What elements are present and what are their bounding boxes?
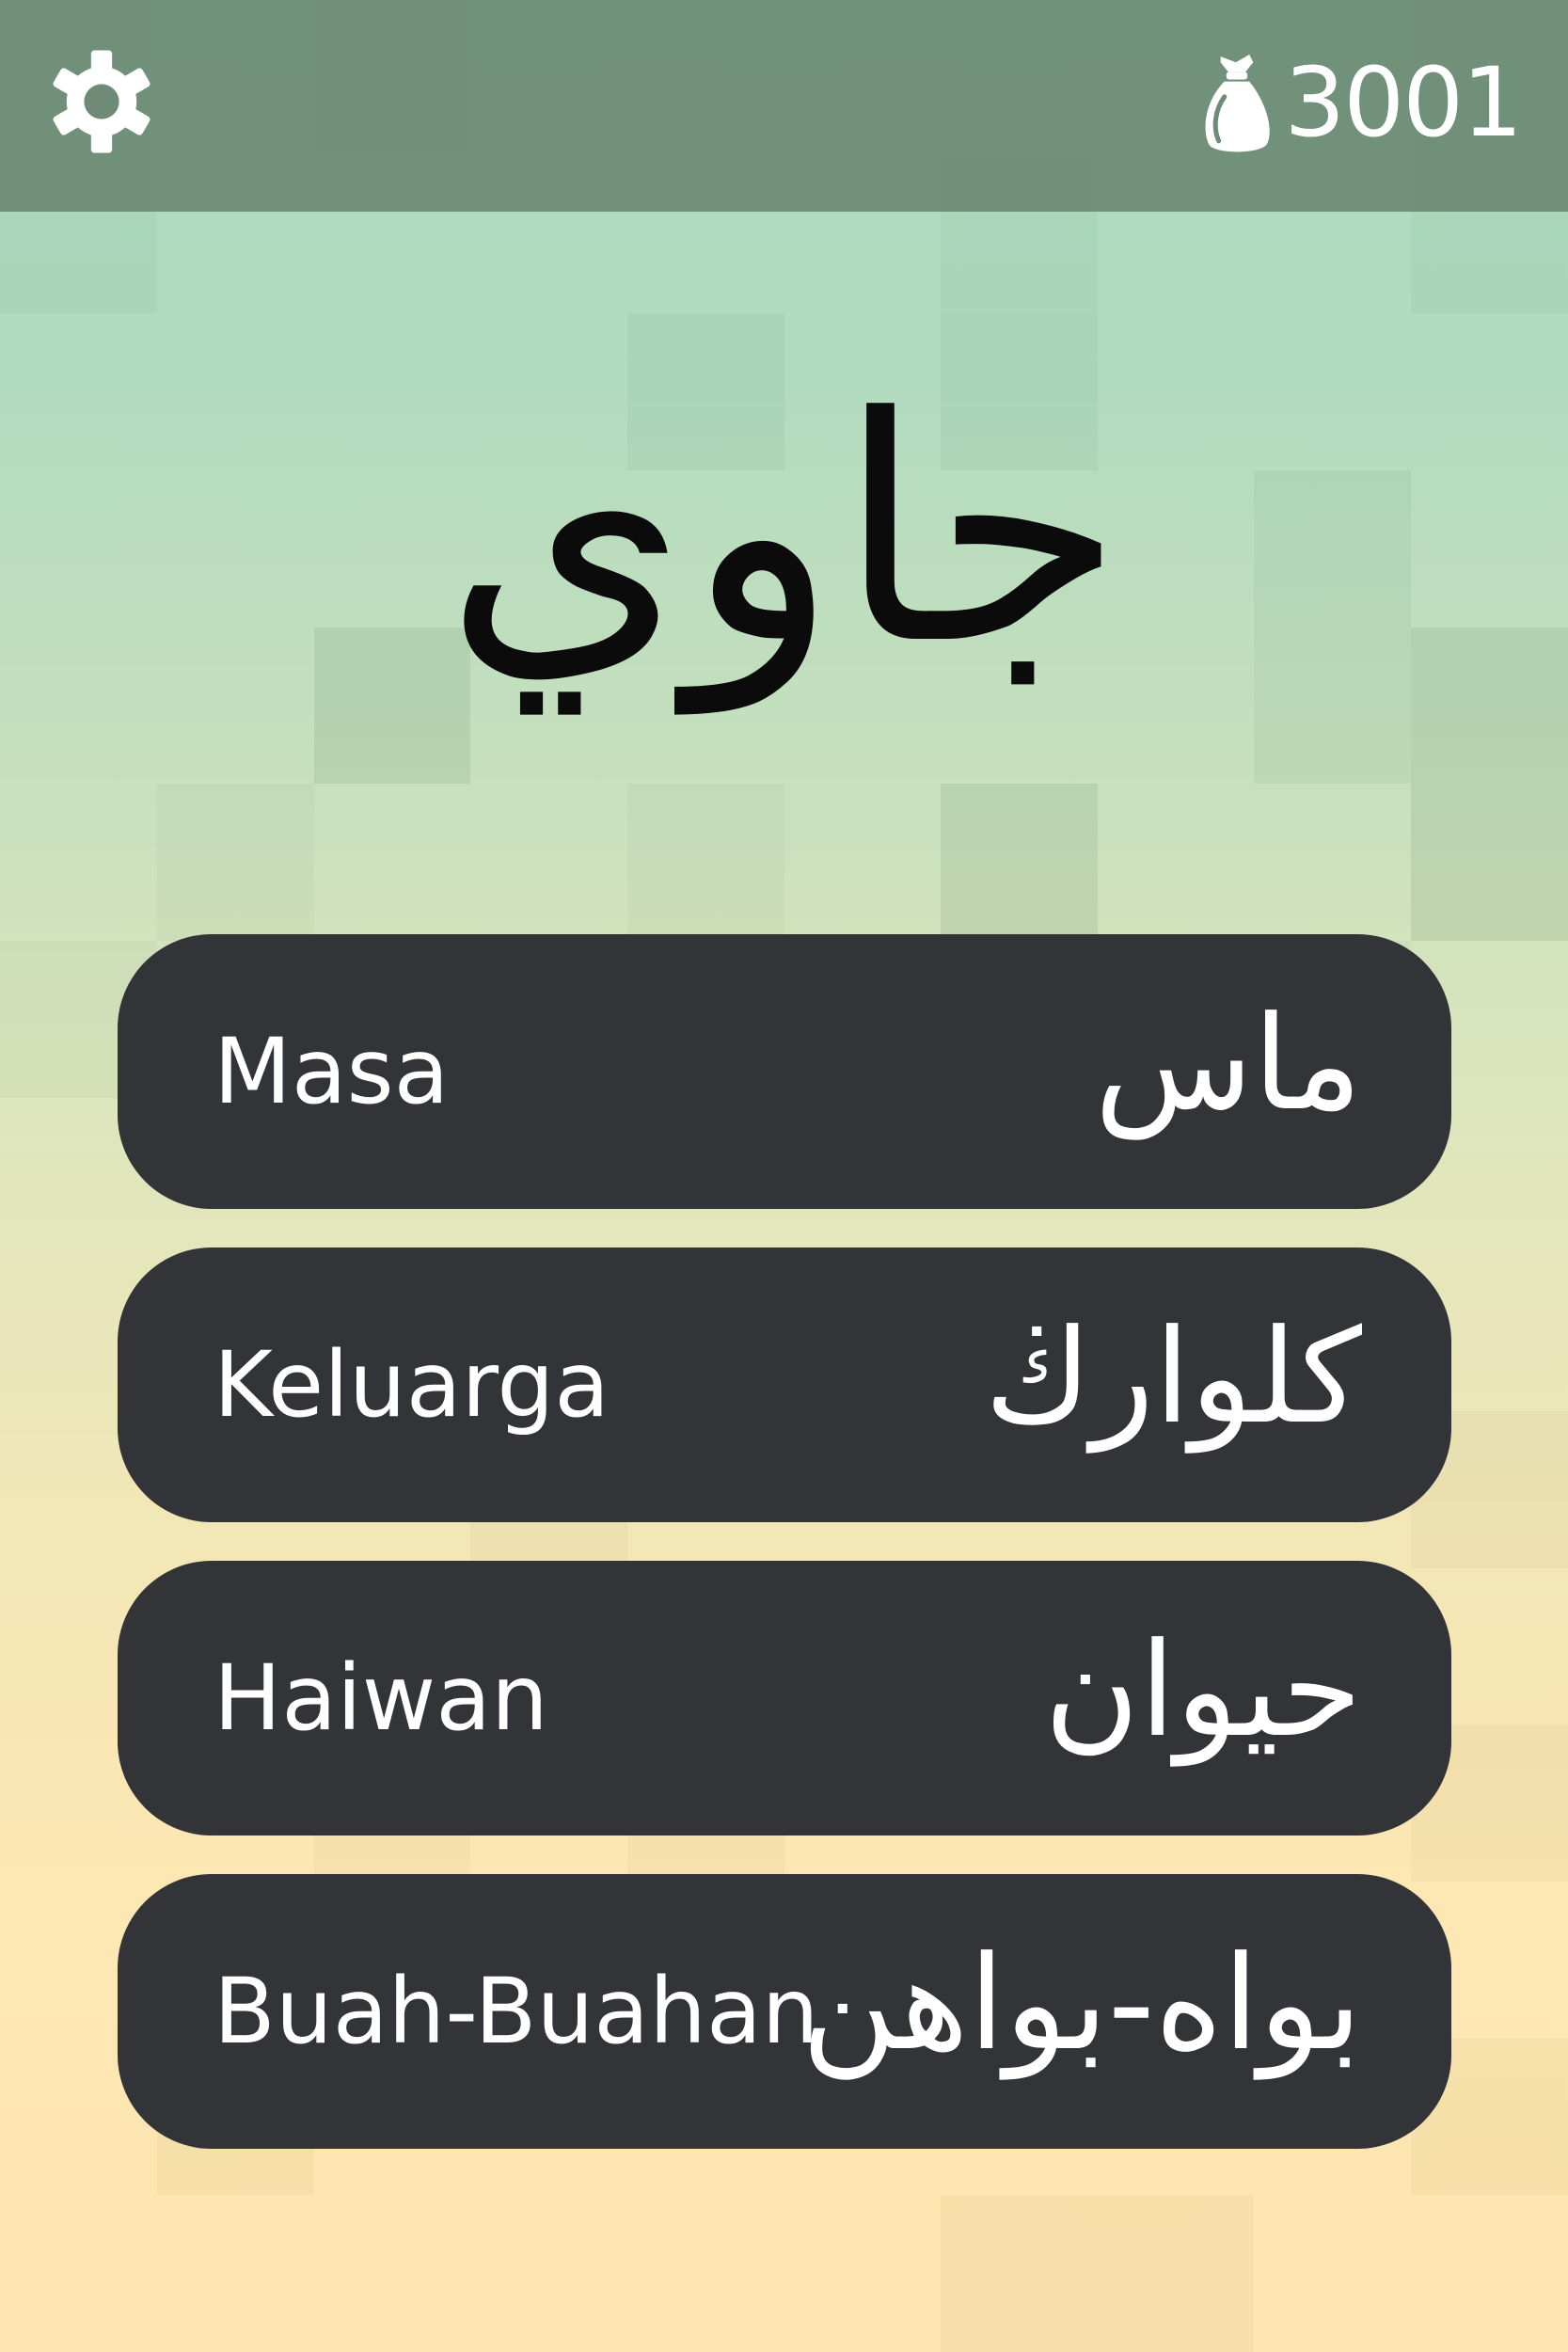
category-label-jawi: ماس: [1094, 988, 1362, 1139]
page-title: جاوي: [444, 351, 1124, 712]
category-menu: Masa ماس Keluarga کلوارڬ Haiwan حيوان Bu…: [118, 934, 1451, 2187]
category-label-latin: Keluarga: [214, 1332, 610, 1438]
category-label-jawi: بواه-بواهن: [800, 1928, 1362, 2079]
category-label-jawi: کلوارڬ: [984, 1301, 1362, 1453]
category-label-jawi: حيوان: [1044, 1614, 1362, 1766]
category-button-buah-buahan[interactable]: Buah-Buahan بواه-بواهن: [118, 1874, 1451, 2149]
category-label-latin: Buah-Buahan: [214, 1959, 819, 2064]
money-bag-icon: [1205, 55, 1271, 152]
category-button-masa[interactable]: Masa ماس: [118, 934, 1451, 1209]
category-button-haiwan[interactable]: Haiwan حيوان: [118, 1561, 1451, 1836]
gear-icon: [53, 50, 150, 153]
coin-count: 3001: [1284, 47, 1523, 159]
coin-balance: 3001: [1199, 47, 1523, 160]
top-bar: 3001: [0, 0, 1568, 212]
category-label-latin: Masa: [214, 1019, 450, 1124]
settings-button[interactable]: [43, 43, 160, 160]
category-button-keluarga[interactable]: Keluarga کلوارڬ: [118, 1248, 1451, 1522]
category-label-latin: Haiwan: [214, 1645, 548, 1751]
